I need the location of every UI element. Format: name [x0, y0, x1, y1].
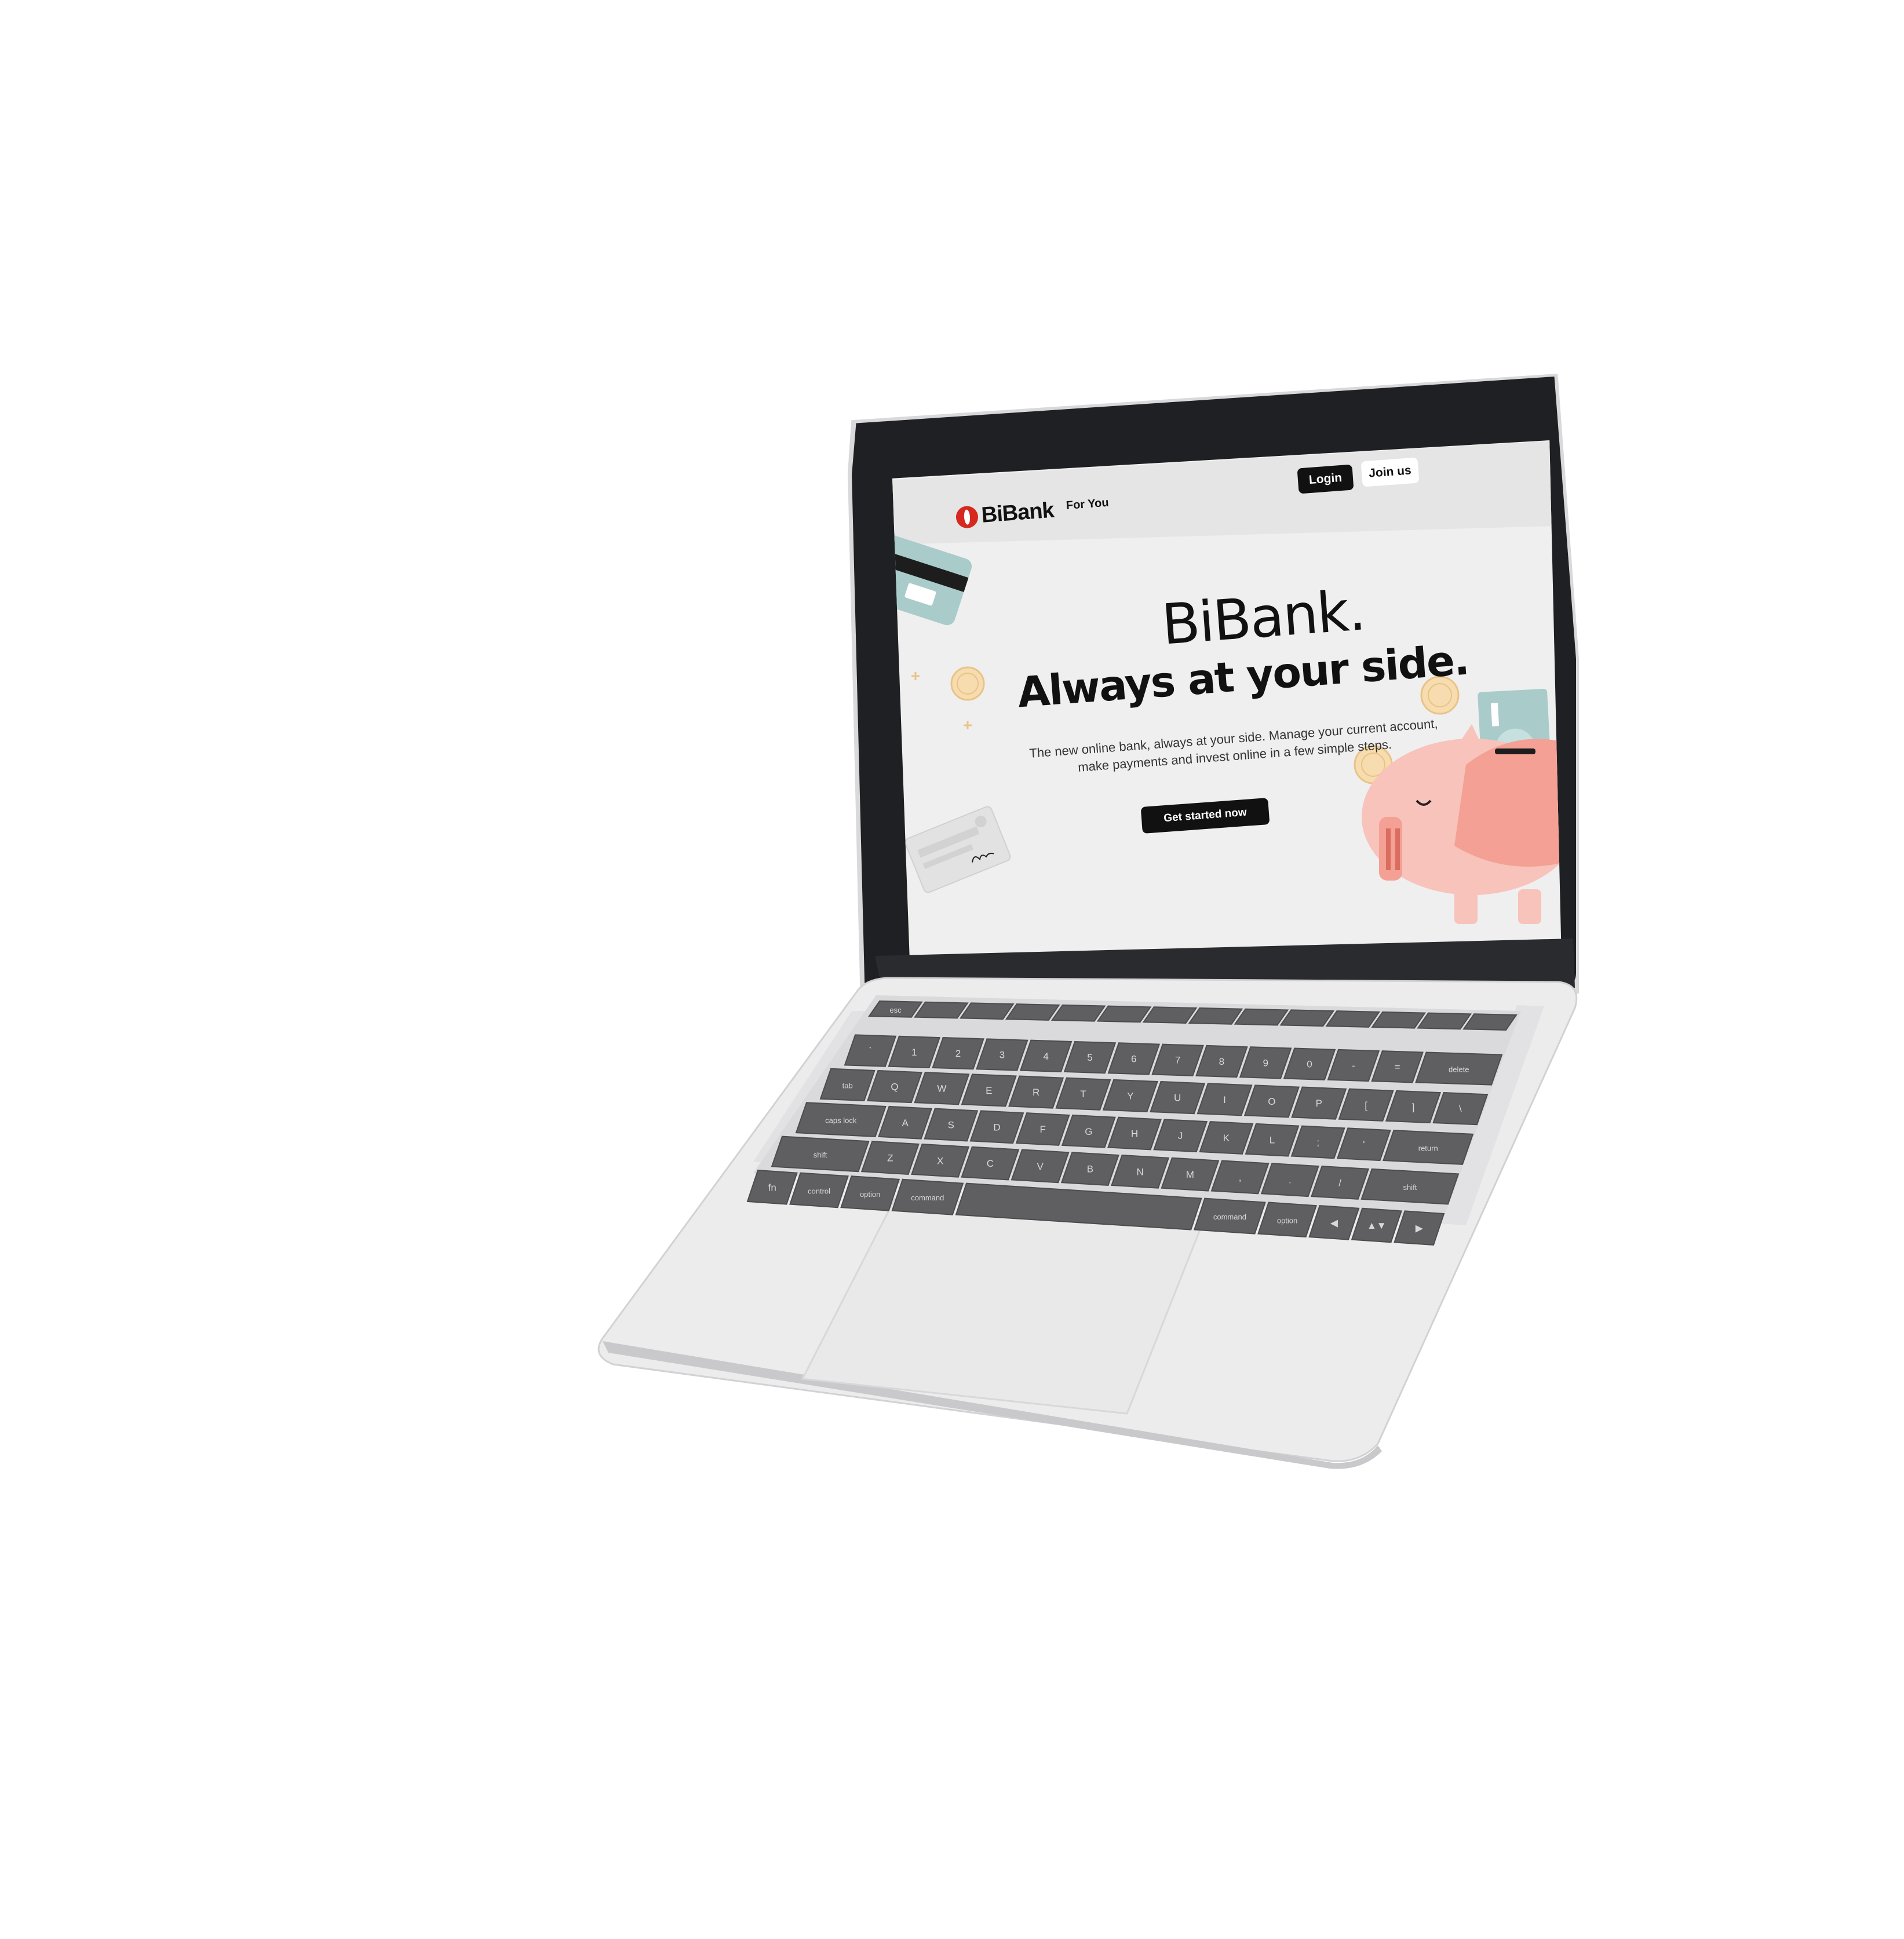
keyboard-key-label: caps lock: [825, 1116, 857, 1125]
keyboard-key-label: command: [1213, 1213, 1246, 1221]
keyboard-key-label: R: [1033, 1087, 1039, 1098]
keyboard-key-label: Q: [891, 1082, 898, 1093]
keyboard-key-label: =: [1395, 1061, 1400, 1072]
keyboard-key-label: Y: [1127, 1090, 1133, 1101]
keyboard-key-label: N: [1136, 1166, 1143, 1177]
keyboard-key-label: U: [1174, 1093, 1181, 1104]
laptop-base-svg: esc ` 1 2 3 4 5 6 7 8 9 0 - = delete tab Q W E R T Y U I O P [] \ ca…: [597, 939, 1578, 1469]
keyboard-key-label: O: [1268, 1096, 1275, 1107]
keyboard-key-label: 7: [1175, 1055, 1180, 1066]
keyboard-key-label: 0: [1307, 1059, 1312, 1070]
keyboard-key-label: esc: [889, 1006, 902, 1014]
keyboard-key-label: 3: [1000, 1049, 1005, 1060]
keyboard-key-label: ]: [1412, 1101, 1415, 1112]
keyboard-key-label: 2: [955, 1048, 961, 1059]
keyboard-key-label: D: [993, 1122, 1000, 1133]
keyboard-key-label: control: [808, 1186, 830, 1195]
keyboard-key-label: tab: [842, 1081, 853, 1090]
keyboard-key-label: ,: [1239, 1172, 1242, 1183]
keyboard-key-label: ;: [1316, 1137, 1319, 1148]
keyboard-key-label: X: [937, 1155, 943, 1166]
keyboard-key-label: ': [1363, 1139, 1365, 1150]
keyboard-key-label: ◀: [1330, 1217, 1338, 1228]
keyboard-key-label: E: [986, 1085, 992, 1096]
keyboard-key-label: ▶: [1416, 1223, 1424, 1234]
keyboard-key-label: 1: [911, 1047, 917, 1058]
keyboard-key-label: A: [902, 1118, 909, 1129]
keyboard-key-label: ▲▼: [1367, 1220, 1387, 1231]
keyboard-key-label: S: [948, 1120, 954, 1131]
keyboard-key-label: 9: [1263, 1057, 1268, 1068]
keyboard-key-label: T: [1080, 1089, 1086, 1100]
keyboard-key-label: I: [1223, 1094, 1226, 1105]
keyboard-key-label: shift: [1403, 1183, 1417, 1192]
keyboard-key-label: P: [1316, 1098, 1322, 1109]
keyboard-key-label: command: [911, 1193, 944, 1202]
keyboard-key-label: .: [1289, 1175, 1292, 1186]
keyboard-key-label: W: [937, 1083, 946, 1094]
keyboard-key-label: 6: [1131, 1053, 1136, 1064]
keyboard-key-label: \: [1459, 1104, 1462, 1115]
keyboard-key-label: C: [987, 1158, 994, 1169]
keyboard-key-label: 5: [1087, 1052, 1092, 1063]
keyboard-key-label: delete: [1449, 1065, 1469, 1074]
keyboard-key-label: J: [1178, 1130, 1183, 1141]
keyboard-key-label: 4: [1043, 1051, 1048, 1062]
keyboard-key-label: shift: [814, 1151, 827, 1159]
keyboard-key-label: option: [1277, 1216, 1297, 1225]
keyboard-key-label: -: [1352, 1060, 1355, 1071]
keyboard-key-label: fn: [768, 1182, 776, 1193]
keyboard-key-label: [: [1365, 1100, 1367, 1111]
keyboard-key-label: /: [1338, 1177, 1341, 1188]
keyboard-key-label: `: [869, 1046, 872, 1057]
keyboard-key-label: B: [1087, 1164, 1093, 1175]
keyboard-key-label: option: [860, 1190, 880, 1199]
keyboard-key-label: Z: [887, 1153, 893, 1164]
keyboard-key-label: G: [1085, 1126, 1092, 1137]
keyboard-key-label: L: [1270, 1135, 1275, 1146]
keyboard-key-label: return: [1418, 1144, 1438, 1152]
keyboard-key-label: K: [1223, 1133, 1230, 1144]
keyboard-key-label: 8: [1219, 1056, 1224, 1067]
keyboard-key-label: F: [1039, 1124, 1045, 1135]
laptop: BiBank For You Login Join us BiBank. Alw…: [0, 0, 1904, 1939]
keyboard-key-label: V: [1037, 1161, 1044, 1172]
keyboard-key-label: H: [1131, 1129, 1138, 1140]
keyboard-key-label: M: [1186, 1169, 1194, 1180]
